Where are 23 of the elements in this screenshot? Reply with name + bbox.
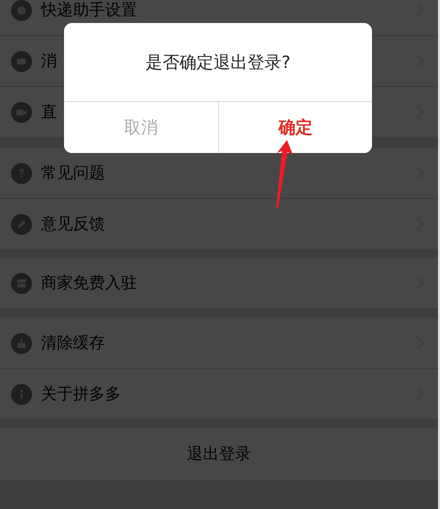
settings-row[interactable]: 常见问题 bbox=[0, 148, 438, 199]
video-camera-icon bbox=[11, 102, 32, 122]
store-icon bbox=[11, 272, 32, 294]
settings-row[interactable]: 意见反馈 bbox=[0, 199, 438, 250]
settings-row[interactable]: 关于拼多多 bbox=[0, 369, 438, 420]
help-icon bbox=[11, 162, 32, 184]
row-label: 消 bbox=[41, 50, 57, 72]
row-label: 常见问题 bbox=[41, 162, 105, 184]
pencil-icon bbox=[11, 214, 32, 234]
settings-row[interactable]: 清除缓存 bbox=[0, 318, 438, 369]
box-icon bbox=[11, 0, 32, 20]
row-label: 清除缓存 bbox=[41, 332, 105, 354]
confirm-button[interactable]: 确定 bbox=[218, 102, 372, 153]
row-label: 关于拼多多 bbox=[41, 384, 121, 404]
row-label: 直 bbox=[41, 102, 57, 122]
row-label: 快递助手设置 bbox=[41, 0, 137, 20]
info-icon bbox=[11, 384, 32, 404]
envelope-icon bbox=[11, 50, 32, 72]
broom-icon bbox=[11, 332, 32, 354]
row-label: 意见反馈 bbox=[41, 214, 105, 234]
logout-button[interactable]: 退出登录 bbox=[0, 428, 438, 480]
settings-row[interactable]: 商家免费入驻 bbox=[0, 258, 438, 309]
row-label: 商家免费入驻 bbox=[41, 272, 137, 294]
